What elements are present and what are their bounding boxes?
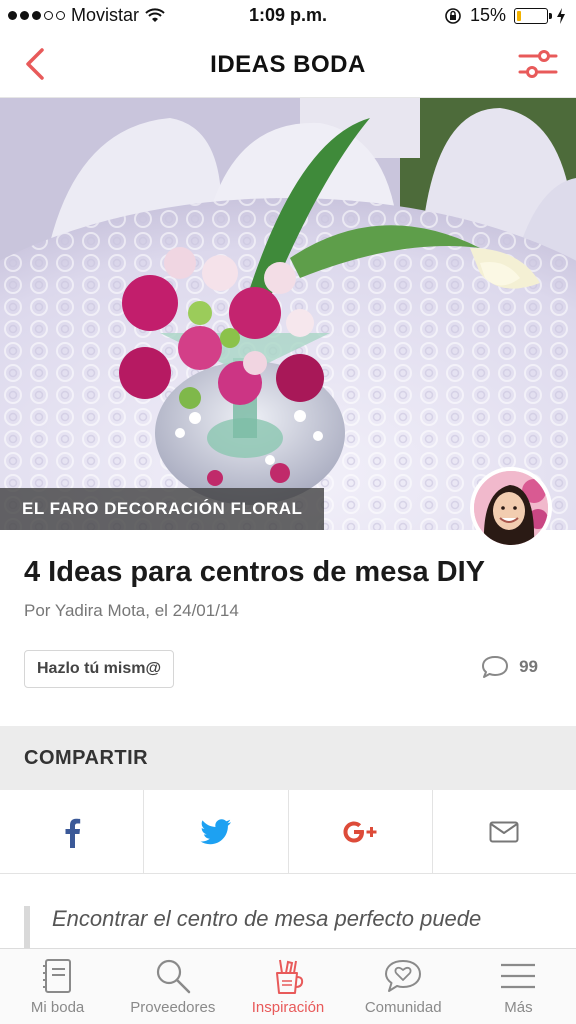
author-avatar[interactable] bbox=[470, 467, 552, 549]
comment-count: 99 bbox=[519, 657, 538, 676]
app-header: IDEAS BODA bbox=[0, 32, 576, 98]
article-intro-quote: Encontrar el centro de mesa perfecto pue… bbox=[24, 906, 564, 950]
battery-level bbox=[517, 10, 522, 21]
tab-label: Comunidad bbox=[364, 999, 442, 1016]
tab-label: Inspiración bbox=[251, 999, 325, 1016]
google-plus-icon bbox=[343, 821, 377, 842]
hero-image[interactable]: EL FARO DECORACIÓN FLORAL bbox=[0, 98, 576, 530]
share-google-plus-button[interactable] bbox=[289, 790, 433, 873]
battery-percent: 15% bbox=[469, 5, 506, 25]
menu-icon bbox=[501, 963, 536, 989]
tab-proveedores[interactable]: Proveedores bbox=[115, 949, 230, 1024]
twitter-icon bbox=[200, 818, 231, 844]
article-byline: Por Yadira Mota, el 24/01/14 bbox=[24, 601, 239, 620]
battery-group: 15% bbox=[444, 5, 566, 26]
tab-label: Proveedores bbox=[130, 999, 216, 1016]
community-icon bbox=[385, 960, 422, 992]
category-tag-button[interactable]: Hazlo tú mism@ bbox=[24, 650, 175, 688]
tab-label: Mi boda bbox=[30, 999, 85, 1016]
article-title: 4 Ideas para centros de mesa DIY bbox=[24, 556, 485, 588]
tab-label: Más bbox=[504, 999, 533, 1016]
comment-icon bbox=[482, 656, 509, 678]
sliders-icon bbox=[518, 50, 558, 78]
battery-icon bbox=[514, 7, 552, 24]
page-title: IDEAS BODA bbox=[210, 50, 366, 78]
comments-button[interactable]: 99 bbox=[481, 654, 538, 680]
avatar-photo bbox=[474, 471, 548, 545]
bottom-tab-bar: Mi boda Proveedores Inspiración Comunida… bbox=[0, 948, 576, 1024]
search-icon bbox=[156, 959, 191, 994]
centerpiece-photo bbox=[0, 98, 576, 530]
share-email-button[interactable] bbox=[433, 790, 576, 873]
back-button[interactable] bbox=[18, 46, 54, 82]
email-icon bbox=[489, 821, 519, 842]
tab-mi-boda[interactable]: Mi boda bbox=[0, 949, 115, 1024]
share-twitter-button[interactable] bbox=[144, 790, 289, 873]
photo-credit: EL FARO DECORACIÓN FLORAL bbox=[0, 488, 325, 530]
notebook-icon bbox=[42, 959, 71, 993]
orientation-lock-icon bbox=[445, 7, 461, 24]
filter-button[interactable] bbox=[518, 46, 558, 82]
share-buttons bbox=[0, 790, 576, 874]
charging-icon bbox=[557, 7, 565, 24]
facebook-icon bbox=[65, 818, 80, 848]
share-header: COMPARTIR bbox=[0, 726, 576, 790]
tab-inspiracion[interactable]: Inspiración bbox=[230, 949, 345, 1024]
chevron-left-icon bbox=[26, 48, 44, 80]
inspiration-icon bbox=[276, 959, 304, 994]
tab-mas[interactable]: Más bbox=[461, 949, 576, 1024]
tab-comunidad[interactable]: Comunidad bbox=[346, 949, 461, 1024]
status-bar: Movistar 1:09 p.m. 15% bbox=[0, 0, 576, 32]
share-facebook-button[interactable] bbox=[0, 790, 145, 873]
